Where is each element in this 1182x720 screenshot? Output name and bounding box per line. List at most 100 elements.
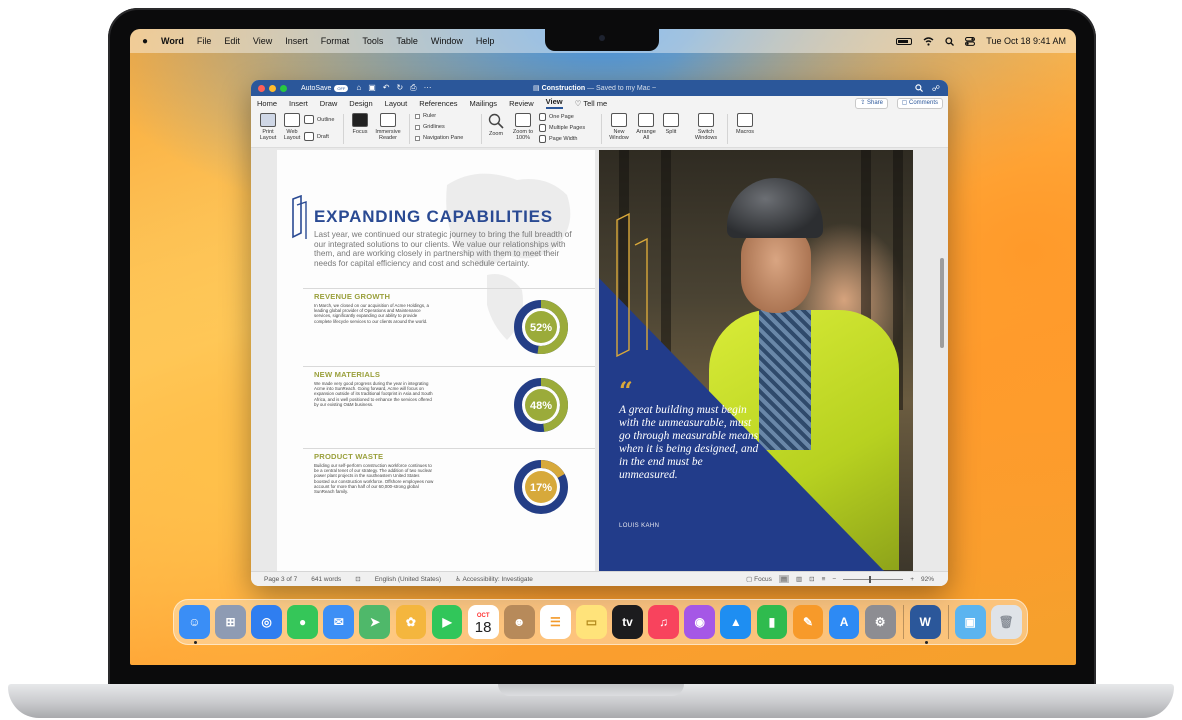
zoom-out-icon[interactable]: − (832, 576, 836, 583)
zoom-button[interactable]: Zoom (485, 113, 507, 137)
zoom-percent[interactable]: 92% (921, 576, 934, 583)
web-view-icon[interactable]: ⊡ (809, 575, 814, 583)
menu-file[interactable]: File (197, 36, 212, 46)
app-store-icon[interactable]: A (828, 605, 860, 639)
menu-tools[interactable]: Tools (362, 36, 383, 46)
maps-icon[interactable]: ➤ (359, 605, 391, 639)
document-canvas[interactable]: EXPANDING CAPABILITIES Last year, we con… (251, 148, 948, 571)
menu-insert[interactable]: Insert (285, 36, 308, 46)
tab-design[interactable]: Design (349, 99, 372, 108)
tab-draw[interactable]: Draw (320, 99, 338, 108)
zoom-in-icon[interactable]: + (910, 576, 914, 583)
tv-icon[interactable]: tv (612, 605, 643, 639)
music-icon[interactable]: ♫ (648, 605, 680, 639)
focus-button[interactable]: Focus (349, 113, 371, 135)
word-icon[interactable]: W (909, 605, 941, 644)
menu-window[interactable]: Window (431, 36, 463, 46)
more-icon[interactable]: ··· (424, 83, 432, 93)
search-icon[interactable] (915, 83, 923, 92)
language-status[interactable]: English (United States) (375, 576, 441, 583)
safari-icon[interactable]: ◎ (251, 605, 282, 639)
launchpad-icon[interactable]: ⊞ (215, 605, 246, 639)
wifi-icon[interactable] (923, 36, 934, 46)
arrange-all-button[interactable]: Arrange All (634, 113, 658, 141)
one-page-button[interactable]: One Page (539, 113, 574, 121)
spotlight-search-icon[interactable] (945, 36, 955, 46)
tab-review[interactable]: Review (509, 99, 534, 108)
share-button[interactable]: ⇪ Share (855, 98, 888, 109)
proofing-icon[interactable]: ⊡ (355, 575, 360, 583)
zoom-slider[interactable] (843, 575, 904, 583)
menu-help[interactable]: Help (476, 36, 495, 46)
zoom-slider-thumb[interactable] (869, 575, 872, 583)
finder-icon[interactable]: ☺ (179, 605, 210, 644)
photos-icon[interactable]: ✿ (395, 605, 427, 639)
new-window-button[interactable]: New Window (606, 113, 632, 141)
tab-references[interactable]: References (419, 99, 457, 108)
close-window-button[interactable] (258, 84, 265, 92)
tab-home[interactable]: Home (257, 99, 277, 108)
outline-button[interactable]: Outline (304, 115, 334, 124)
save-icon[interactable]: ▣ (368, 83, 376, 93)
comments-button[interactable]: ▢ Comments (896, 98, 943, 109)
autosave-toggle[interactable]: OFF (334, 84, 349, 92)
switch-windows-button[interactable]: Switch Windows (691, 113, 721, 141)
apple-menu-icon[interactable]: ● (142, 36, 148, 47)
home-icon[interactable]: ⌂ (356, 83, 361, 93)
menu-clock[interactable]: Tue Oct 18 9:41 AM (986, 36, 1066, 46)
ruler-checkbox[interactable]: Ruler (415, 113, 436, 119)
pages-icon[interactable]: ✎ (792, 605, 824, 639)
page-left[interactable]: EXPANDING CAPABILITIES Last year, we con… (277, 150, 595, 571)
undo-icon[interactable]: ↶ (383, 83, 390, 93)
draft-button[interactable]: Draft (304, 132, 329, 141)
facetime-icon[interactable]: ▶ (431, 605, 463, 639)
menu-app-name[interactable]: Word (161, 36, 184, 46)
control-center-icon[interactable] (965, 36, 976, 46)
downloads-folder-icon[interactable]: ▣ (954, 605, 986, 639)
web-layout-button[interactable]: Web Layout (281, 113, 303, 141)
print-layout-button[interactable]: Print Layout (257, 113, 279, 141)
mail-icon[interactable]: ✉ (323, 605, 355, 639)
zoom-window-button[interactable] (280, 84, 287, 92)
page-width-button[interactable]: Page Width (539, 135, 577, 143)
calendar-icon[interactable]: OCT 18 (467, 605, 499, 639)
tab-view[interactable]: View (545, 97, 563, 109)
keynote-icon[interactable]: ▲ (720, 605, 752, 639)
page-count[interactable]: Page 3 of 7 (264, 576, 297, 583)
battery-icon[interactable] (896, 37, 913, 45)
focus-mode-button[interactable]: ▢ Focus (746, 575, 772, 583)
navigation-pane-checkbox[interactable]: Navigation Pane (415, 135, 463, 141)
tab-mailings[interactable]: Mailings (470, 99, 498, 108)
word-count[interactable]: 641 words (311, 576, 341, 583)
system-settings-icon[interactable]: ⚙ (864, 605, 896, 639)
vertical-scrollbar[interactable] (940, 258, 944, 348)
tell-me-search[interactable]: Tell me (583, 99, 607, 108)
menu-table[interactable]: Table (396, 36, 418, 46)
notes-icon[interactable]: ▭ (576, 605, 607, 639)
messages-icon[interactable]: ● (287, 605, 319, 639)
split-button[interactable]: Split (660, 113, 682, 135)
trash-icon[interactable]: 🗑︎ (990, 605, 1022, 639)
autosave-control[interactable]: AutoSave OFF (301, 84, 349, 92)
menu-format[interactable]: Format (321, 36, 350, 46)
multiple-pages-button[interactable]: Multiple Pages (539, 124, 585, 132)
numbers-icon[interactable]: ▮ (756, 605, 788, 639)
page-right[interactable]: “ A great building must begin with the u… (599, 150, 913, 571)
redo-icon[interactable]: ↻ (396, 83, 403, 93)
print-layout-view-icon[interactable]: ▤ (778, 575, 789, 583)
menu-view[interactable]: View (253, 36, 272, 46)
account-icon[interactable]: ☍ (932, 84, 940, 93)
document-save-status[interactable]: — Saved to my Mac ~ (587, 85, 656, 92)
outline-view-icon[interactable]: ≡ (822, 576, 826, 583)
tab-layout[interactable]: Layout (385, 99, 408, 108)
accessibility-status[interactable]: ♿︎ Accessibility: Investigate (455, 575, 533, 583)
menu-edit[interactable]: Edit (224, 36, 240, 46)
print-icon[interactable]: ⎙ (410, 83, 416, 93)
minimize-window-button[interactable] (269, 84, 276, 92)
macros-button[interactable]: Macros (732, 113, 758, 135)
podcasts-icon[interactable]: ◉ (684, 605, 716, 639)
zoom-100-button[interactable]: Zoom to 100% (509, 113, 537, 141)
immersive-reader-button[interactable]: Immersive Reader (373, 113, 403, 141)
reminders-icon[interactable]: ☰ (539, 605, 571, 639)
tab-insert[interactable]: Insert (289, 99, 308, 108)
